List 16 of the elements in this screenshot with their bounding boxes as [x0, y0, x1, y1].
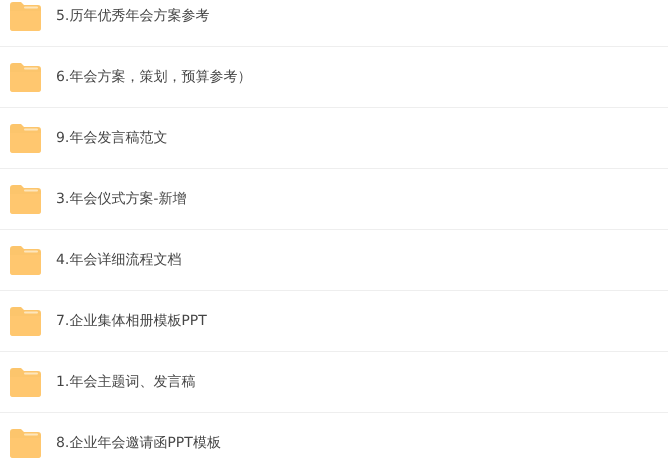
- folder-icon: [10, 246, 41, 274]
- folder-name[interactable]: 5.历年优秀年会方案参考: [56, 7, 210, 25]
- folder-icon: [10, 184, 41, 214]
- folder-name[interactable]: 9.年会发言稿范文: [56, 129, 168, 147]
- folder-name[interactable]: 4.年会详细流程文档: [56, 251, 182, 269]
- folder-icon: [10, 428, 41, 458]
- folder-icon: [10, 62, 41, 92]
- folder-icon: [10, 368, 41, 396]
- folder-name[interactable]: 1.年会主题词、发言稿: [56, 373, 196, 391]
- folder-name[interactable]: 8.企业年会邀请函PPT模板: [56, 434, 221, 452]
- folder-icon: [10, 124, 41, 152]
- folder-name[interactable]: 7.企业集体相册模板PPT: [56, 312, 207, 330]
- folder-name[interactable]: 3.年会仪式方案-新增: [56, 190, 186, 208]
- folder-name[interactable]: 6.年会方案，策划，预算参考）: [56, 68, 252, 86]
- folder-icon: [10, 2, 41, 30]
- folder-icon: [10, 306, 41, 336]
